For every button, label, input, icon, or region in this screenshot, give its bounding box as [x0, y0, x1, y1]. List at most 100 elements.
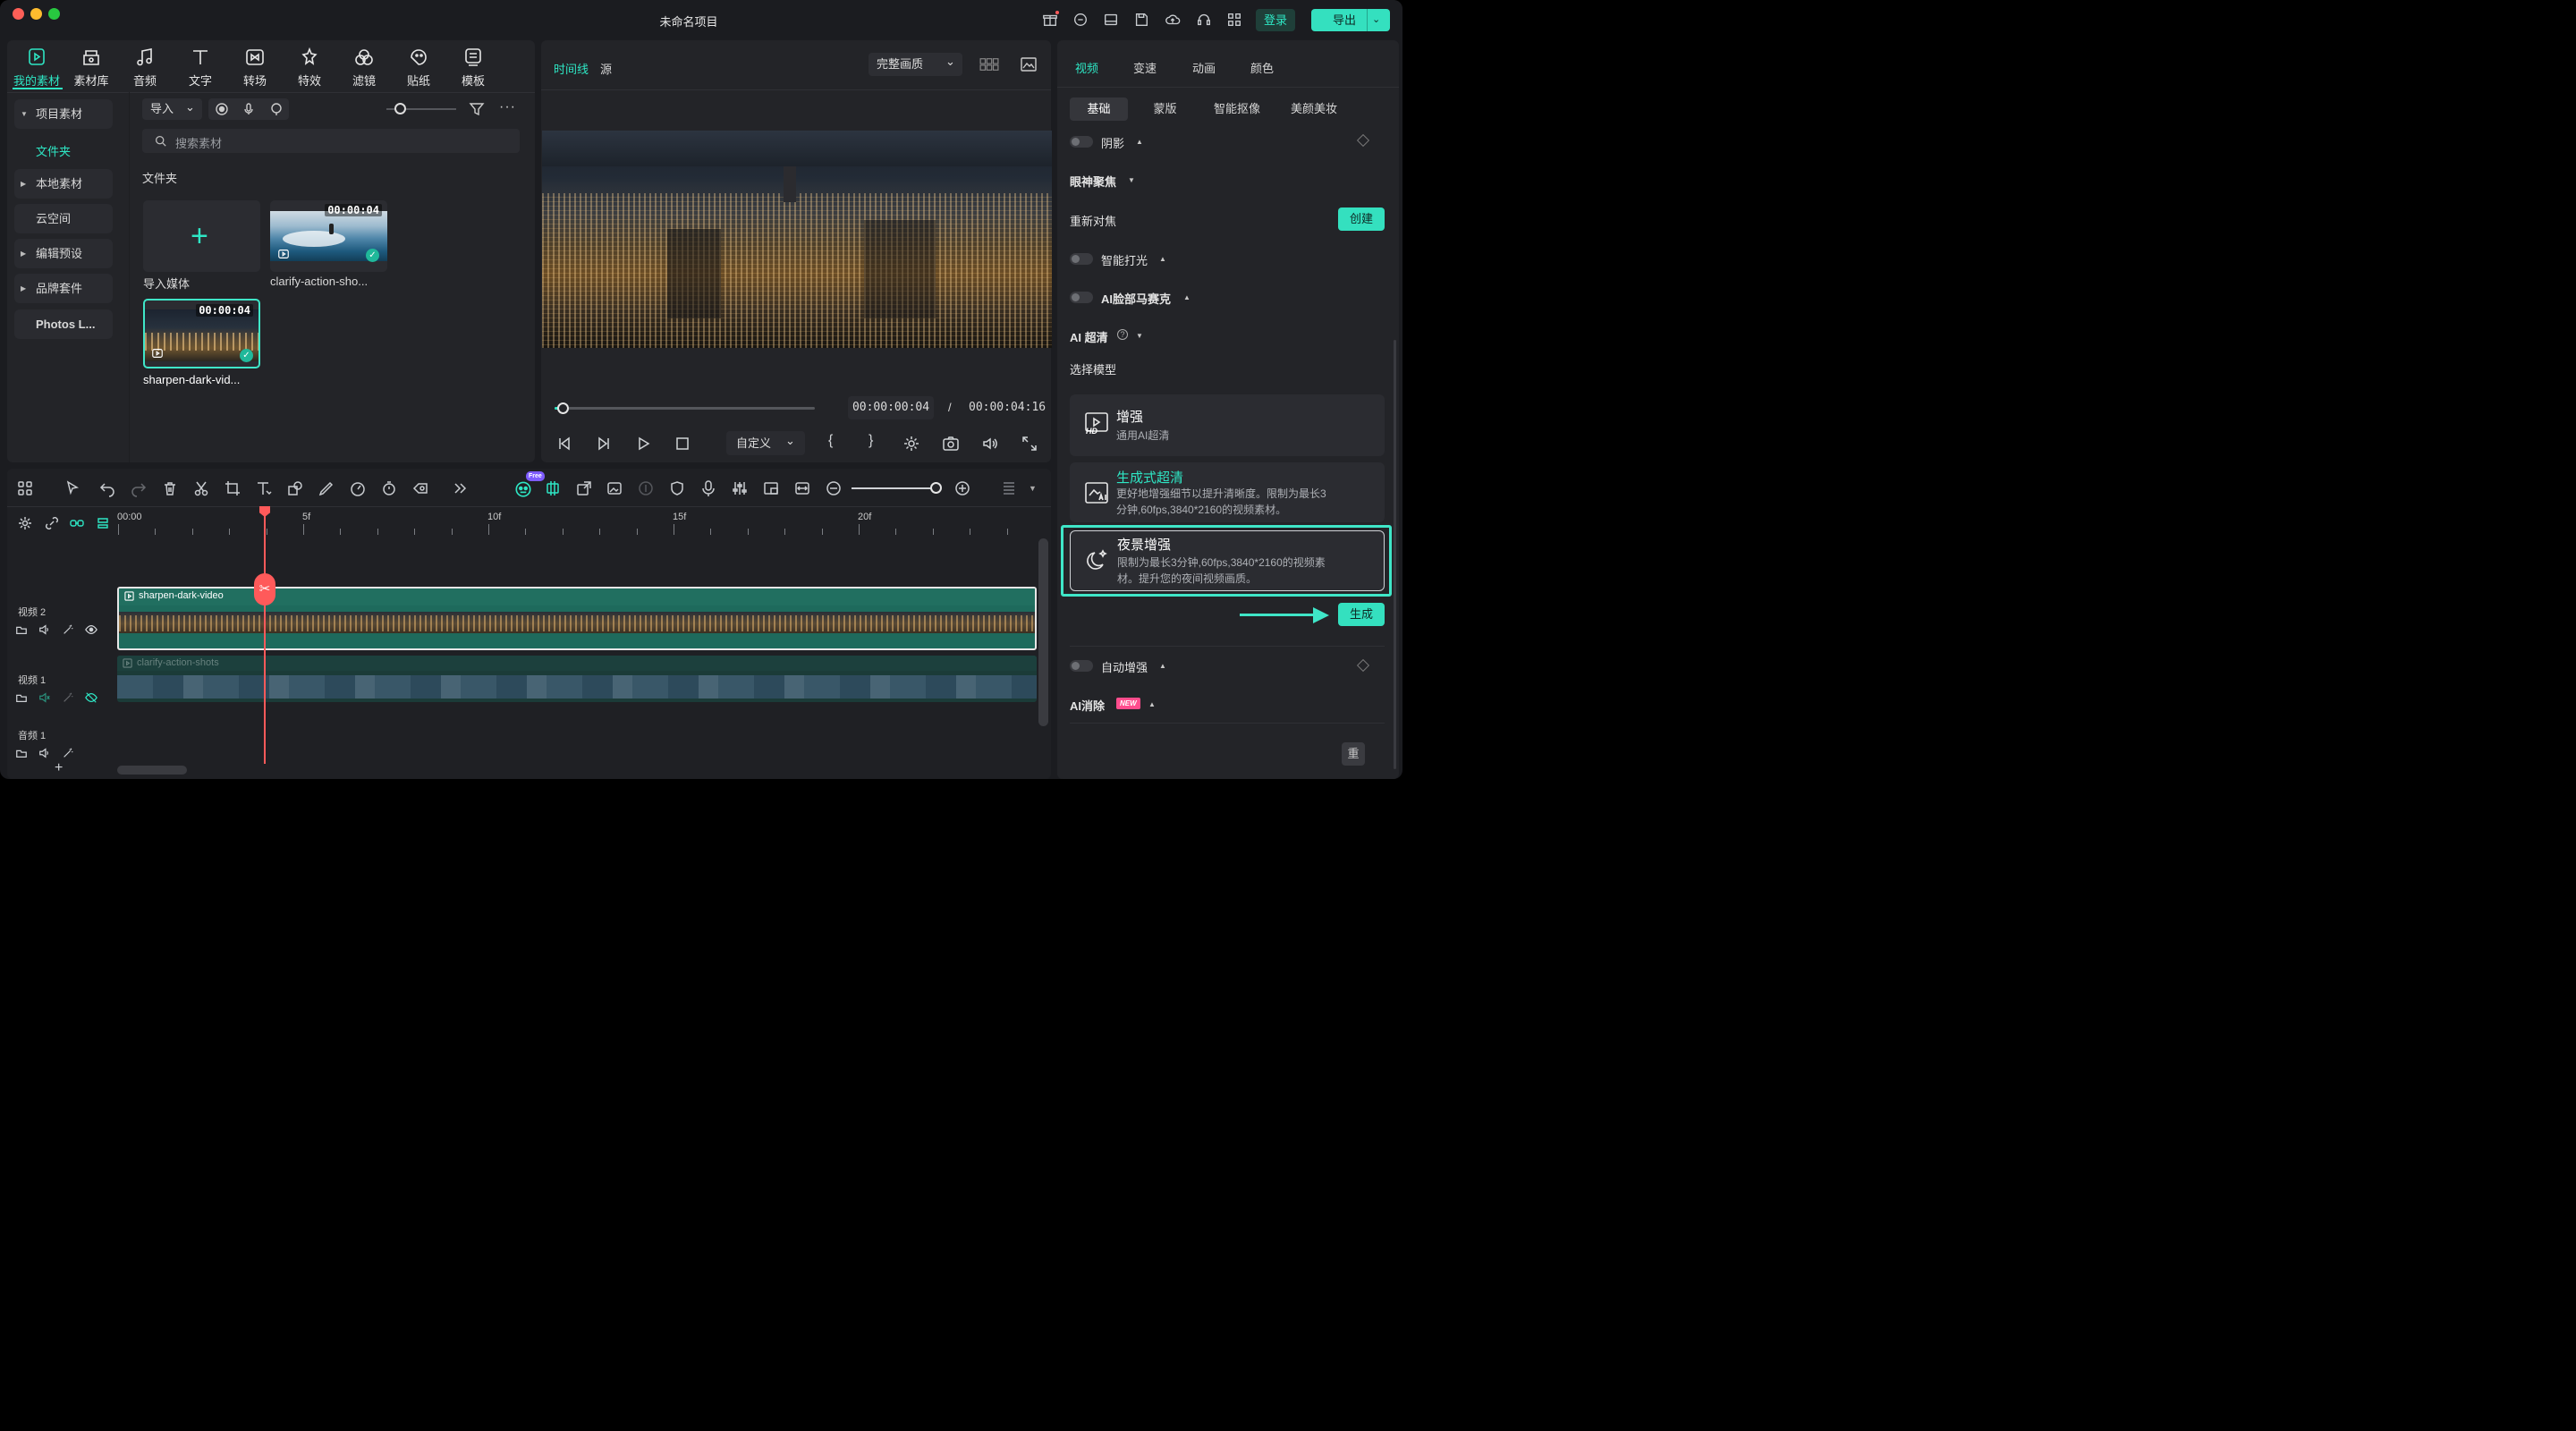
grid-view-icon[interactable]: [979, 56, 999, 72]
redo-icon[interactable]: [130, 479, 148, 497]
shape-icon[interactable]: [286, 479, 304, 497]
speaker-icon[interactable]: [38, 623, 51, 636]
tool-effects[interactable]: 特效: [284, 47, 335, 89]
import-media-card[interactable]: +: [143, 200, 260, 272]
chevron-down-icon[interactable]: ⌄: [1372, 9, 1380, 31]
model-card-generative[interactable]: 生成式超清 更好地增强细节以提升清晰度。限制为最长3分钟,60fps,3840*…: [1070, 462, 1385, 522]
custom-dropdown[interactable]: 自定义 ⌄: [726, 431, 805, 455]
subtab-mask[interactable]: 蒙版: [1140, 97, 1190, 121]
ai-robot-icon[interactable]: [513, 478, 533, 498]
login-button[interactable]: 登录: [1256, 9, 1295, 31]
tab-source[interactable]: 源: [600, 60, 612, 77]
link-icon[interactable]: [70, 516, 84, 530]
tool-transition[interactable]: 转场: [230, 47, 280, 89]
pip-icon[interactable]: [762, 479, 780, 497]
sidebar-item-photos[interactable]: Photos L...: [14, 309, 113, 339]
help-icon[interactable]: ?: [1117, 329, 1128, 340]
add-track-icon[interactable]: +: [55, 760, 63, 776]
next-frame-icon[interactable]: [595, 435, 613, 453]
video-preview[interactable]: [542, 131, 1052, 348]
wand-icon[interactable]: [62, 691, 74, 704]
shield-icon[interactable]: [668, 479, 686, 497]
playback-progress-bar[interactable]: [555, 407, 815, 410]
subtab-basic[interactable]: 基础: [1070, 97, 1128, 121]
mic-record-icon[interactable]: [699, 479, 717, 497]
media-thumbnail-sharpen[interactable]: 00:00:04 ✓: [143, 299, 260, 368]
scissors-icon[interactable]: [192, 479, 210, 497]
track-height-icon[interactable]: [1000, 479, 1018, 497]
timer-icon[interactable]: [380, 479, 398, 497]
speaker-muted-icon[interactable]: [38, 691, 51, 704]
properties-scrollbar[interactable]: [1394, 340, 1396, 769]
layout-icon[interactable]: [1102, 11, 1120, 29]
folder-lock-icon[interactable]: [15, 691, 28, 704]
ai-cut-icon[interactable]: [544, 479, 562, 497]
gift-icon[interactable]: [1041, 11, 1059, 29]
tool-my-media[interactable]: 我的素材: [12, 47, 62, 89]
sidebar-item-brand-kit[interactable]: ▶ 品牌套件: [14, 274, 113, 303]
sidebar-item-cloud[interactable]: 云空间: [14, 204, 113, 233]
slider-handle[interactable]: [394, 103, 406, 114]
zoom-in-icon[interactable]: [953, 479, 971, 497]
track-settings-icon[interactable]: [18, 516, 32, 530]
tool-audio[interactable]: 音频: [120, 47, 170, 89]
select-pointer-icon[interactable]: [64, 479, 82, 497]
microphone-icon[interactable]: [242, 102, 256, 116]
layout-grid-icon[interactable]: [16, 479, 34, 497]
magnet-icon[interactable]: [96, 516, 110, 530]
caret-up-icon[interactable]: ▲: [1159, 255, 1166, 263]
quality-dropdown[interactable]: 完整画质 ⌄: [869, 53, 962, 76]
subtab-beauty[interactable]: 美颜美妆: [1283, 97, 1345, 121]
avatar-icon[interactable]: [1072, 11, 1089, 29]
sidebar-item-presets[interactable]: ▶ 编辑预设: [14, 239, 113, 268]
zoom-out-icon[interactable]: [825, 479, 843, 497]
export-button[interactable]: 导出 ⌄: [1311, 9, 1390, 31]
media-thumbnail-clarify[interactable]: 00:00:04 ✓: [270, 200, 387, 272]
model-card-enhance[interactable]: HD 增强 通用AI超清: [1070, 394, 1385, 456]
caret-up-icon[interactable]: ▲: [1159, 662, 1166, 670]
smart-light-toggle[interactable]: [1070, 253, 1093, 265]
caret-down-icon[interactable]: ▼: [1136, 332, 1143, 340]
caret-up-icon[interactable]: ▲: [1183, 293, 1191, 301]
mark-in-icon[interactable]: {: [828, 433, 833, 449]
fullscreen-icon[interactable]: [1021, 435, 1038, 453]
wand-icon[interactable]: [62, 623, 74, 636]
play-icon[interactable]: [634, 435, 652, 453]
sidebar-item-folder[interactable]: 文件夹: [36, 142, 71, 159]
more-tools-icon[interactable]: [451, 479, 469, 497]
unlink-icon[interactable]: [45, 516, 59, 530]
stabilize-icon[interactable]: [637, 479, 655, 497]
tab-color[interactable]: 颜色: [1250, 59, 1274, 76]
caret-down-icon[interactable]: ▼: [1128, 176, 1135, 184]
tab-animation[interactable]: 动画: [1192, 59, 1216, 76]
tab-video[interactable]: 视频: [1075, 59, 1098, 76]
tool-template[interactable]: 模板: [448, 47, 498, 89]
create-button[interactable]: 创建: [1338, 207, 1385, 231]
eye-hidden-icon[interactable]: [85, 691, 97, 704]
text-tool-icon[interactable]: [255, 479, 273, 497]
crop-icon[interactable]: [224, 479, 242, 497]
volume-icon[interactable]: [981, 435, 999, 453]
folder-lock-icon[interactable]: [15, 747, 28, 759]
search-input[interactable]: 搜索素材: [142, 129, 520, 153]
tool-text[interactable]: 文字: [175, 47, 225, 89]
model-card-night[interactable]: 夜景增强 限制为最长3分钟,60fps,3840*2160的视频素材。提升您的夜…: [1070, 530, 1385, 591]
speaker-icon[interactable]: [38, 747, 51, 759]
current-time-display[interactable]: 00:00:00:04: [848, 396, 934, 419]
tool-filter[interactable]: 滤镜: [339, 47, 389, 89]
voiceover-icon[interactable]: [269, 102, 284, 116]
timeline-zoom-slider[interactable]: [852, 487, 939, 489]
caret-up-icon[interactable]: ▲: [1136, 138, 1143, 146]
subtab-smart-cutout[interactable]: 智能抠像: [1206, 97, 1268, 121]
image-edit-icon[interactable]: [606, 479, 623, 497]
speed-icon[interactable]: [349, 479, 367, 497]
save-icon[interactable]: [1132, 11, 1150, 29]
snapshot-image-icon[interactable]: [1020, 55, 1038, 73]
record-screen-icon[interactable]: [215, 102, 229, 116]
timeline-vertical-scrollbar[interactable]: [1038, 538, 1048, 726]
delete-icon[interactable]: [161, 479, 179, 497]
previous-frame-icon[interactable]: [555, 435, 573, 453]
reset-button[interactable]: 重: [1342, 742, 1365, 766]
wand-icon[interactable]: [62, 747, 74, 759]
keyframe-tag-icon[interactable]: [411, 479, 429, 497]
